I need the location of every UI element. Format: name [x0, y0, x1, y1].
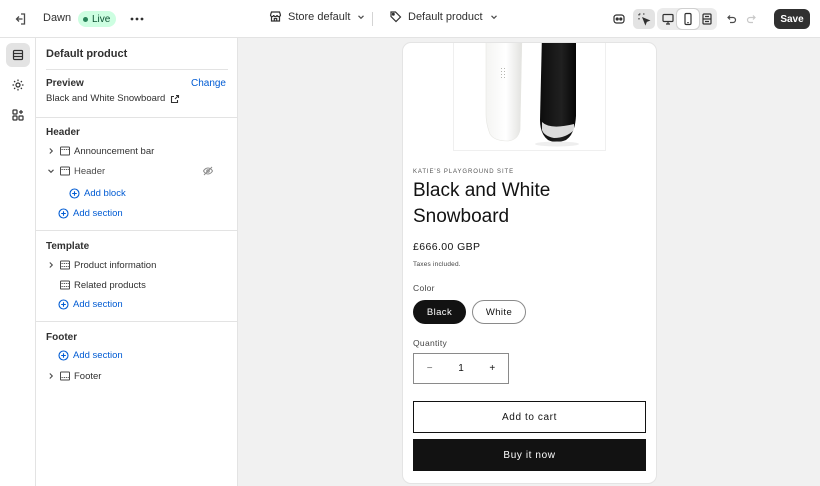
preview-canvas: KATIE'S PLAYGROUND SITE Black and White … [238, 38, 820, 486]
plus-circle-icon [58, 350, 69, 361]
section-announcement-bar[interactable]: Announcement bar [46, 142, 228, 160]
section-header[interactable]: Header [46, 162, 228, 180]
mobile-preview-frame: KATIE'S PLAYGROUND SITE Black and White … [403, 43, 656, 483]
preview-product-name: Black and White Snowboard [46, 93, 166, 104]
live-dot [83, 16, 88, 22]
color-option-black[interactable]: Black [413, 300, 466, 324]
section-layout-icon [59, 145, 71, 157]
plus-circle-icon [58, 299, 69, 310]
plus-circle-icon [69, 188, 80, 199]
quantity-stepper: − 1 + [413, 353, 509, 384]
template-selector-label: Default product [408, 10, 483, 23]
tree-item-label: Related products [74, 279, 146, 291]
buy-now-button[interactable]: Buy it now [413, 439, 646, 471]
store-icon [269, 10, 282, 23]
chevron-right-icon[interactable] [46, 371, 56, 381]
editor-topbar: Dawn Live Store default Default product [0, 0, 820, 38]
preview-label: Preview [46, 78, 84, 89]
section-layout-icon [59, 165, 71, 177]
eye-hidden-icon[interactable] [202, 165, 214, 177]
tree-item-label: Header [74, 165, 106, 177]
divider [36, 230, 238, 231]
section-layout-icon [59, 279, 71, 291]
add-section-link[interactable]: Add section [58, 350, 123, 361]
section-related-products[interactable]: Related products [46, 276, 228, 294]
chevron-right-icon[interactable] [46, 146, 56, 156]
tree-item-label: Footer [74, 370, 102, 382]
editor-rail [0, 38, 36, 486]
chevron-down-icon [489, 12, 499, 22]
add-block-label: Add block [84, 188, 126, 199]
color-option-white[interactable]: White [472, 300, 526, 324]
inspector-icon[interactable] [633, 9, 655, 29]
gear-icon[interactable] [6, 73, 30, 97]
preview-product[interactable]: Black and White Snowboard [46, 93, 180, 104]
section-footer[interactable]: Footer [46, 367, 228, 385]
store-selector[interactable]: Store default [269, 10, 366, 23]
divider [36, 321, 238, 322]
quantity-increase-button[interactable]: + [477, 363, 508, 374]
exit-icon[interactable] [10, 9, 30, 29]
footer-group-label: Footer [46, 332, 78, 343]
live-badge: Live [78, 11, 117, 27]
undo-icon[interactable] [720, 9, 742, 29]
template-selector[interactable]: Default product [389, 10, 499, 23]
product-price: £666.00 GBP [413, 241, 481, 253]
chevron-right-icon[interactable] [46, 260, 56, 270]
quantity-value[interactable]: 1 [445, 363, 476, 374]
topbar-divider [372, 12, 373, 26]
more-horizontal-icon[interactable] [127, 9, 147, 29]
divider [46, 69, 228, 70]
tree-item-label: Product information [74, 259, 157, 271]
change-preview-link[interactable]: Change [191, 78, 226, 89]
tree-item-label: Announcement bar [74, 145, 155, 157]
add-section-label: Add section [73, 208, 123, 219]
quantity-label: Quantity [413, 338, 448, 348]
redo-icon[interactable] [741, 9, 763, 29]
fullwidth-icon[interactable] [696, 9, 718, 29]
sidekick-icon[interactable] [608, 9, 630, 29]
external-link-icon [170, 94, 180, 104]
desktop-icon[interactable] [657, 9, 679, 29]
chevron-down-icon [356, 12, 366, 22]
theme-name: Dawn [43, 12, 72, 24]
add-section-link[interactable]: Add section [58, 299, 123, 310]
sections-icon[interactable] [6, 43, 30, 67]
quantity-decrease-button[interactable]: − [414, 363, 445, 374]
section-layout-icon [59, 259, 71, 271]
section-layout-icon [59, 370, 71, 382]
add-block-link[interactable]: Add block [69, 188, 126, 199]
product-title: Black and White Snowboard [413, 180, 551, 227]
color-label: Color [413, 283, 435, 293]
template-group-label: Template [46, 241, 90, 252]
plus-circle-icon [58, 208, 69, 219]
add-section-link[interactable]: Add section [58, 208, 123, 219]
apps-icon[interactable] [6, 103, 30, 127]
sidebar-title: Default product [46, 48, 128, 60]
section-product-information[interactable]: Product information [46, 256, 228, 274]
product-image[interactable] [453, 43, 606, 151]
tag-icon [389, 10, 402, 23]
sections-sidebar: Default product Preview Change Black and… [36, 38, 238, 486]
live-badge-label: Live [92, 13, 111, 25]
add-section-label: Add section [73, 299, 123, 310]
tax-note: Taxes included. [413, 261, 461, 268]
product-vendor: KATIE'S PLAYGROUND SITE [413, 169, 514, 175]
chevron-down-icon[interactable] [46, 166, 56, 176]
store-selector-label: Store default [288, 10, 351, 23]
divider [36, 117, 238, 118]
add-to-cart-button[interactable]: Add to cart [413, 401, 646, 433]
header-group-label: Header [46, 127, 80, 138]
save-button[interactable]: Save [774, 9, 810, 29]
add-section-label: Add section [73, 350, 123, 361]
